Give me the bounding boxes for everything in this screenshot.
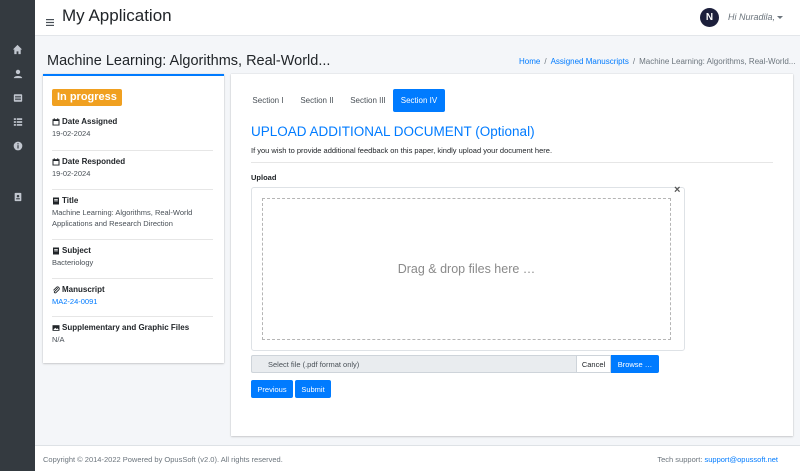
file-input-group: Select file (.pdf format only) Cancel Br… (251, 355, 659, 373)
paperclip-icon (52, 286, 60, 294)
info-icon[interactable] (11, 139, 24, 152)
sidebar (0, 0, 35, 471)
tech-support: Tech support: support@opussoft.net (657, 455, 778, 464)
breadcrumb: Home / Assigned Manuscripts / Machine Learni… (519, 57, 795, 66)
browse-button[interactable]: Browse … (611, 355, 659, 373)
user-icon[interactable] (11, 67, 24, 80)
title-block: Title Machine Learning: Algorithms, Real… (52, 189, 213, 229)
chevron-down-icon[interactable] (777, 16, 783, 19)
page-title: Machine Learning: Algorithms, Real-World… (47, 53, 331, 69)
top-navbar: My Application N Hi Nuradila, (35, 0, 800, 36)
title-label: Title (62, 196, 79, 205)
upload-section-card: Section I Section II Section III Section… (231, 74, 793, 436)
submit-button[interactable]: Submit (295, 380, 331, 398)
list-icon[interactable] (11, 115, 24, 128)
hamburger-menu-icon[interactable] (46, 13, 54, 31)
section-heading: UPLOAD ADDITIONAL DOCUMENT (Optional) (251, 124, 535, 139)
breadcrumb-assigned-manuscripts[interactable]: Assigned Manuscripts (551, 57, 629, 66)
previous-button[interactable]: Previous (251, 380, 293, 398)
title-value-line1: Machine Learning: Algorithms, Real-World (52, 208, 193, 217)
manuscript-link[interactable]: MA2-24-0091 (52, 296, 213, 307)
book-icon (52, 197, 60, 205)
subject-value: Bacteriology (52, 258, 94, 267)
manuscript-details-card: In progress Date Assigned 19-02-2024 Dat… (43, 74, 224, 363)
copyright-text: Copyright © 2014-2022 Powered by OpusSof… (43, 455, 283, 464)
date-responded-block: Date Responded 19-02-2024 (52, 150, 213, 179)
home-icon[interactable] (11, 43, 24, 56)
breadcrumb-separator: / (544, 57, 547, 66)
drop-zone[interactable]: Drag & drop files here … (262, 198, 671, 340)
avatar[interactable]: N (700, 8, 719, 27)
date-assigned-value: 19-02-2024 (52, 129, 91, 138)
title-value-line2: Applications and Research Direction (52, 219, 173, 228)
book-icon (52, 247, 60, 255)
supplementary-block: Supplementary and Graphic Files N/A (52, 316, 213, 345)
tab-section-4[interactable]: Section IV (393, 89, 445, 112)
image-icon (52, 324, 60, 332)
subject-label: Subject (62, 246, 91, 255)
date-responded-value: 19-02-2024 (52, 169, 91, 178)
date-assigned-label: Date Assigned (62, 117, 118, 126)
tab-section-3[interactable]: Section III (343, 89, 393, 112)
tab-section-2[interactable]: Section II (294, 89, 340, 112)
upload-label: Upload (251, 173, 277, 182)
calendar-icon (52, 157, 60, 166)
close-icon[interactable]: × (674, 184, 680, 196)
cancel-button[interactable]: Cancel (576, 355, 611, 373)
manuscript-block: Manuscript MA2-24-0091 (52, 278, 213, 307)
breadcrumb-separator: / (632, 57, 636, 66)
subject-block: Subject Bacteriology (52, 239, 213, 268)
supplementary-value: N/A (52, 335, 65, 344)
user-greeting[interactable]: Hi Nuradila, (728, 12, 775, 22)
tech-support-label: Tech support: (657, 455, 703, 464)
tab-section-1[interactable]: Section I (247, 89, 289, 112)
breadcrumb-home[interactable]: Home (519, 57, 540, 66)
date-responded-label: Date Responded (62, 157, 126, 166)
manuscript-label: Manuscript (62, 285, 105, 294)
list-alt-icon[interactable] (11, 91, 24, 104)
support-email-link[interactable]: support@opussoft.net (705, 455, 779, 464)
file-name-field[interactable]: Select file (.pdf format only) (251, 355, 576, 373)
footer: Copyright © 2014-2022 Powered by OpusSof… (35, 445, 800, 471)
date-assigned-block: Date Assigned 19-02-2024 (52, 111, 213, 139)
supplementary-label: Supplementary and Graphic Files (62, 323, 190, 332)
app-title: My Application (62, 6, 172, 25)
section-description: If you wish to provide additional feedba… (251, 146, 553, 155)
id-badge-icon[interactable] (11, 190, 24, 203)
divider (251, 162, 773, 163)
breadcrumb-current: Machine Learning: Algorithms, Real-World… (639, 57, 796, 66)
status-badge: In progress (52, 89, 122, 106)
calendar-icon (52, 117, 60, 126)
